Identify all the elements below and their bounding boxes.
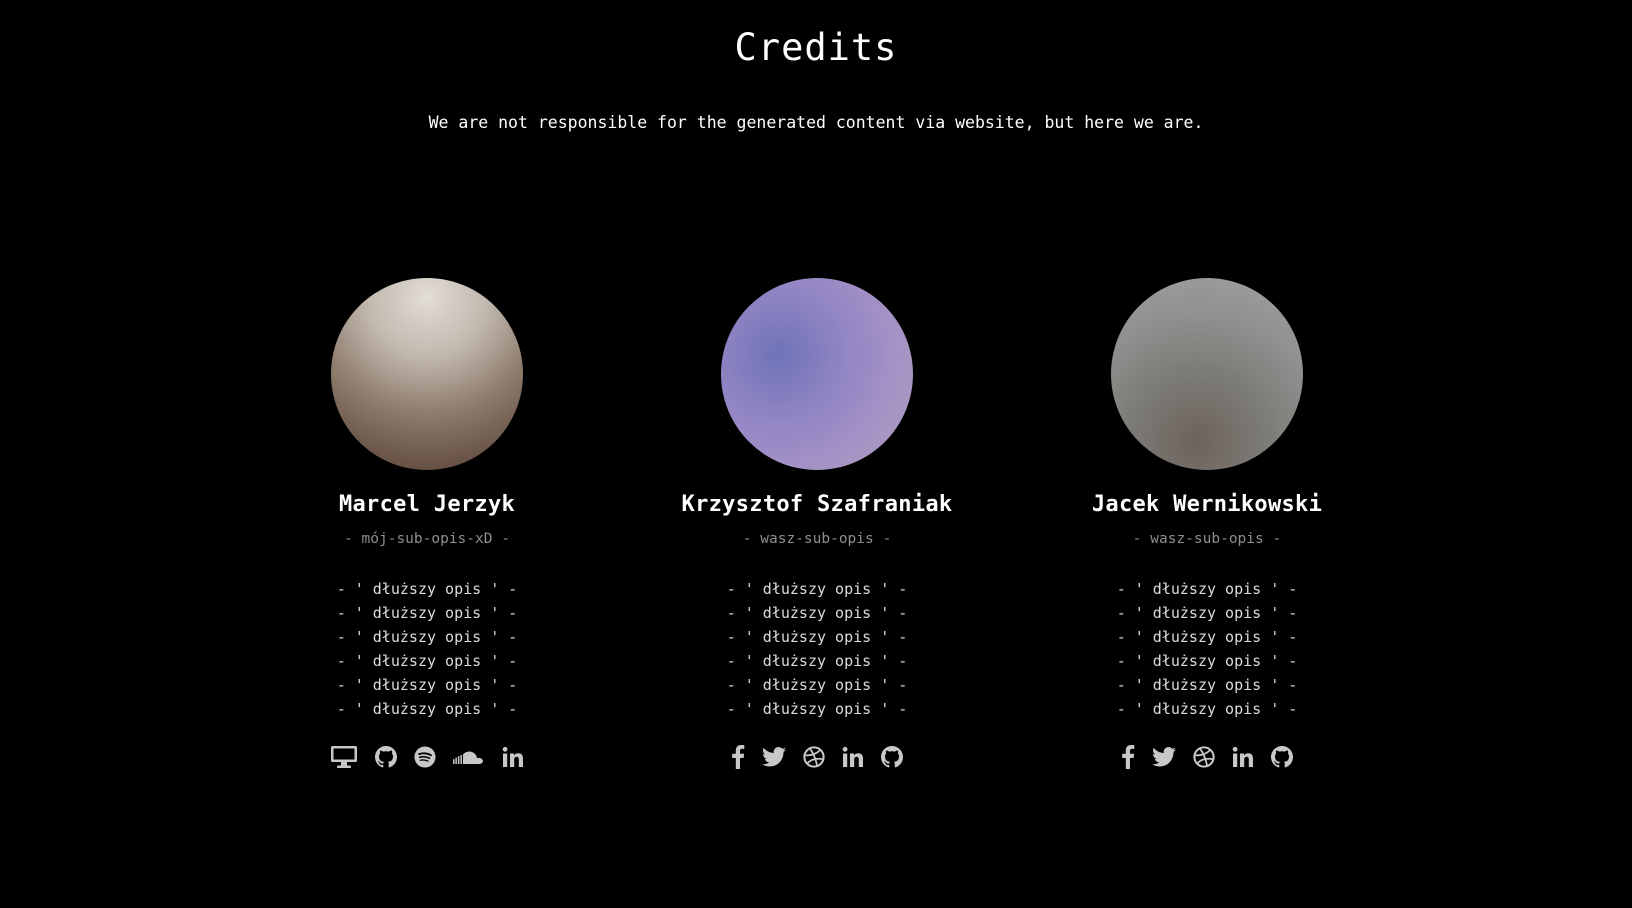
- dribbble-icon[interactable]: [803, 745, 825, 769]
- member-description: - ' dłuższy opis ' - - ' dłuższy opis ' …: [1012, 577, 1402, 721]
- facebook-icon[interactable]: [731, 745, 745, 769]
- social-links: [232, 745, 622, 769]
- description-line: - ' dłuższy opis ' -: [336, 700, 518, 718]
- linkedin-icon[interactable]: [842, 745, 864, 769]
- github-icon[interactable]: [1271, 745, 1293, 769]
- team-section: Marcel Jerzyk - mój-sub-opis-xD - - ' dł…: [0, 278, 1632, 818]
- linkedin-icon[interactable]: [1232, 745, 1254, 769]
- description-line: - ' dłuższy opis ' -: [726, 652, 908, 670]
- social-links: [622, 745, 1012, 769]
- dribbble-icon[interactable]: [1193, 745, 1215, 769]
- github-icon[interactable]: [375, 745, 397, 769]
- description-line: - ' dłuższy opis ' -: [336, 580, 518, 598]
- team-member-card: Marcel Jerzyk - mój-sub-opis-xD - - ' dł…: [232, 278, 622, 769]
- description-line: - ' dłuższy opis ' -: [726, 628, 908, 646]
- description-line: - ' dłuższy opis ' -: [726, 700, 908, 718]
- desktop-icon[interactable]: [330, 745, 358, 769]
- facebook-icon[interactable]: [1121, 745, 1135, 769]
- member-name: Krzysztof Szafraniak: [681, 492, 953, 517]
- avatar: [1111, 278, 1303, 470]
- soundcloud-icon[interactable]: [453, 745, 485, 769]
- description-line: - ' dłuższy opis ' -: [1116, 580, 1298, 598]
- github-icon[interactable]: [881, 745, 903, 769]
- description-line: - ' dłuższy opis ' -: [726, 580, 908, 598]
- linkedin-icon[interactable]: [502, 745, 524, 769]
- spotify-icon[interactable]: [414, 745, 436, 769]
- description-line: - ' dłuższy opis ' -: [726, 676, 908, 694]
- member-subtitle: - mój-sub-opis-xD -: [344, 531, 510, 547]
- description-line: - ' dłuższy opis ' -: [336, 628, 518, 646]
- team-member-card: Jacek Wernikowski - wasz-sub-opis - - ' …: [1012, 278, 1402, 769]
- credits-page: Credits We are not responsible for the g…: [0, 0, 1632, 908]
- description-line: - ' dłuższy opis ' -: [336, 604, 518, 622]
- description-line: - ' dłuższy opis ' -: [1116, 676, 1298, 694]
- twitter-icon[interactable]: [1152, 745, 1176, 769]
- description-line: - ' dłuższy opis ' -: [1116, 604, 1298, 622]
- description-line: - ' dłuższy opis ' -: [726, 604, 908, 622]
- member-description: - ' dłuższy opis ' - - ' dłuższy opis ' …: [232, 577, 622, 721]
- social-links: [1012, 745, 1402, 769]
- team-member-card: Krzysztof Szafraniak - wasz-sub-opis - -…: [622, 278, 1012, 769]
- member-name: Marcel Jerzyk: [338, 492, 516, 517]
- member-subtitle: - wasz-sub-opis -: [742, 531, 892, 547]
- description-line: - ' dłuższy opis ' -: [1116, 700, 1298, 718]
- description-line: - ' dłuższy opis ' -: [1116, 628, 1298, 646]
- member-subtitle: - wasz-sub-opis -: [1132, 531, 1282, 547]
- description-line: - ' dłuższy opis ' -: [336, 676, 518, 694]
- twitter-icon[interactable]: [762, 745, 786, 769]
- avatar: [331, 278, 523, 470]
- description-line: - ' dłuższy opis ' -: [1116, 652, 1298, 670]
- page-subtitle: We are not responsible for the generated…: [428, 113, 1204, 132]
- description-line: - ' dłuższy opis ' -: [336, 652, 518, 670]
- member-name: Jacek Wernikowski: [1091, 492, 1323, 517]
- page-title: Credits: [734, 26, 898, 69]
- avatar: [721, 278, 913, 470]
- member-description: - ' dłuższy opis ' - - ' dłuższy opis ' …: [622, 577, 1012, 721]
